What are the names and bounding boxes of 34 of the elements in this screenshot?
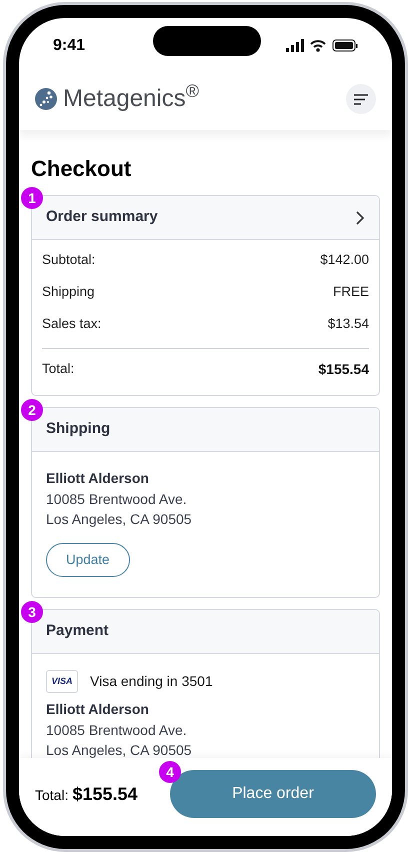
footer-total-label: Total: [35, 786, 68, 804]
summary-value: FREE [332, 282, 369, 301]
step-number-badge: 1 [21, 187, 43, 209]
section-title: Shipping [46, 419, 110, 440]
summary-value: $13.54 [328, 314, 369, 333]
summary-label: Sales tax: [42, 314, 102, 333]
summary-label: Shipping [42, 282, 95, 301]
total-value: $155.54 [318, 360, 369, 378]
status-icons-drawing [286, 39, 358, 53]
address-line: 10085 Brentwood Ave. [46, 721, 188, 740]
step-number-badge: 3 [21, 601, 43, 623]
footer-total-value: $155.54 [72, 782, 138, 806]
menu-button[interactable] [346, 84, 376, 114]
logo-icon [35, 88, 57, 110]
section-title: Order summary [46, 207, 158, 228]
total-label: Total: [42, 360, 74, 378]
brand-logo-text: Metagenics$^{®}$ [63, 81, 199, 114]
summary-value: $142.00 [320, 250, 369, 269]
recipient-name: Elliott Alderson [46, 700, 150, 719]
address-line: Los Angeles, CA 90505 [46, 741, 193, 758]
summary-label: Subtotal: [42, 250, 96, 269]
menu-icon [354, 94, 368, 104]
chevron-right-icon [355, 210, 365, 226]
status-time: 9:41 [53, 36, 86, 56]
recipient-name: Elliott Alderson [46, 469, 150, 488]
address-line: 10085 Brentwood Ave. [46, 490, 188, 509]
address-line: Los Angeles, CA 90505 [46, 510, 192, 529]
card-description: Visa ending in 3501 [90, 672, 213, 691]
step-number-badge: 4 [159, 761, 181, 783]
update-button[interactable]: Update [46, 543, 130, 577]
section-title: Payment [46, 621, 109, 642]
card-brand-logo: VISA [46, 670, 78, 693]
step-number-badge: 2 [21, 399, 43, 421]
page-title: Checkout [31, 156, 132, 182]
